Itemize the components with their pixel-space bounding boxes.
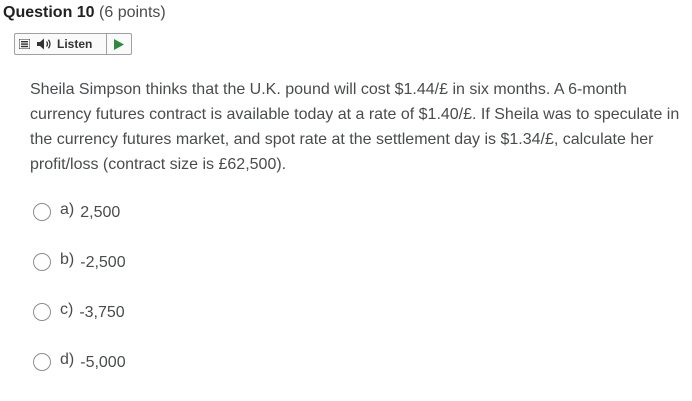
listen-label: Listen bbox=[57, 37, 93, 51]
option-value: 2,500 bbox=[80, 204, 121, 221]
radio-button[interactable] bbox=[33, 353, 51, 371]
play-icon bbox=[114, 38, 124, 50]
option-value: -5,000 bbox=[80, 354, 126, 371]
speaker-icon bbox=[37, 38, 53, 50]
option-value: -2,500 bbox=[80, 254, 126, 271]
question-text: Sheila Simpson thinks that the U.K. poun… bbox=[30, 81, 680, 173]
question-title: Question 10 bbox=[3, 4, 95, 21]
question-points: (6 points) bbox=[99, 4, 166, 21]
option-b[interactable]: b) -2,500 bbox=[33, 251, 126, 271]
option-c[interactable]: c) -3,750 bbox=[33, 301, 125, 321]
play-button[interactable] bbox=[107, 34, 131, 54]
option-d[interactable]: d) -5,000 bbox=[33, 351, 126, 371]
listen-toolbar: Listen bbox=[14, 33, 132, 55]
option-letter: d) bbox=[60, 351, 75, 368]
option-letter: b) bbox=[60, 251, 75, 268]
radio-button[interactable] bbox=[33, 253, 51, 271]
option-letter: c) bbox=[60, 301, 74, 318]
menu-icon[interactable] bbox=[15, 34, 33, 54]
listen-button[interactable]: Listen bbox=[33, 34, 107, 54]
radio-button[interactable] bbox=[33, 203, 51, 221]
option-value: -3,750 bbox=[79, 304, 125, 321]
option-letter: a) bbox=[60, 201, 75, 218]
option-a[interactable]: a) 2,500 bbox=[33, 201, 121, 221]
question-header: Question 10 (6 points) bbox=[3, 4, 166, 22]
radio-button[interactable] bbox=[33, 303, 51, 321]
